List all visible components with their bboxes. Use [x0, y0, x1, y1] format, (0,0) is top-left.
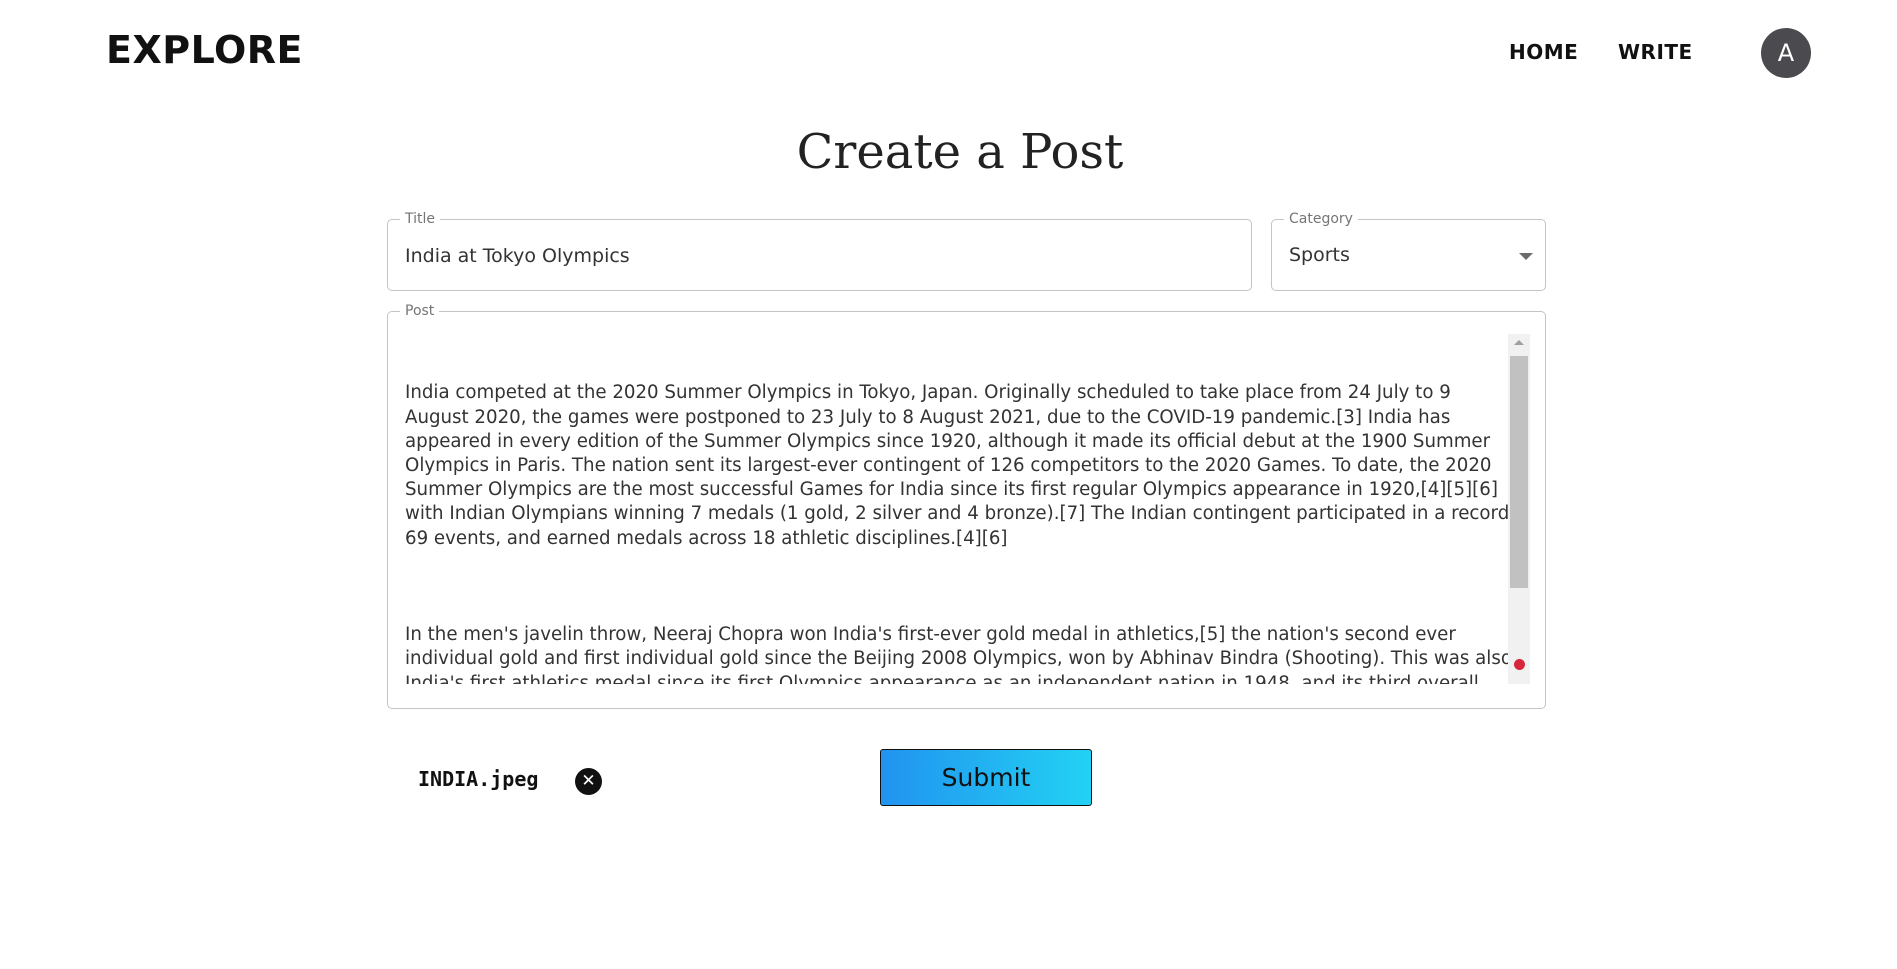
nav-home-link[interactable]: HOME — [1509, 40, 1578, 64]
title-field[interactable]: Title India at Tokyo Olympics — [387, 211, 1252, 291]
category-field-label: Category — [1284, 211, 1358, 227]
page-title: Create a Post — [796, 124, 1124, 180]
post-field-label: Post — [400, 303, 440, 319]
grammar-dot-icon[interactable] — [1514, 659, 1525, 670]
post-field[interactable]: Post India competed at the 2020 Summer O… — [387, 303, 1546, 709]
nav-write-link[interactable]: WRITE — [1618, 40, 1693, 64]
scroll-up-arrow-icon[interactable] — [1514, 340, 1524, 345]
category-select[interactable]: Category Sports — [1271, 211, 1546, 291]
post-paragraph: India competed at the 2020 Summer Olympi… — [405, 382, 1510, 549]
post-scrollbar[interactable] — [1508, 334, 1530, 684]
scroll-thumb[interactable] — [1510, 356, 1528, 588]
title-field-label: Title — [400, 211, 441, 227]
submit-button[interactable]: Submit — [880, 749, 1092, 806]
close-circle-icon[interactable]: ✕ — [575, 768, 602, 795]
user-avatar[interactable]: A — [1761, 28, 1811, 78]
chevron-down-icon[interactable] — [1519, 253, 1533, 260]
app-header: EXPLORE HOME WRITE A — [0, 0, 1897, 106]
title-input[interactable]: India at Tokyo Olympics — [405, 245, 630, 267]
attachment-filename: INDIA.jpeg — [418, 767, 539, 791]
brand-logo[interactable]: EXPLORE — [106, 28, 303, 72]
post-textarea[interactable]: India competed at the 2020 Summer Olympi… — [405, 333, 1515, 684]
post-paragraph: In the men's javelin throw, Neeraj Chopr… — [405, 624, 1512, 684]
category-selected-value[interactable]: Sports — [1289, 244, 1350, 266]
